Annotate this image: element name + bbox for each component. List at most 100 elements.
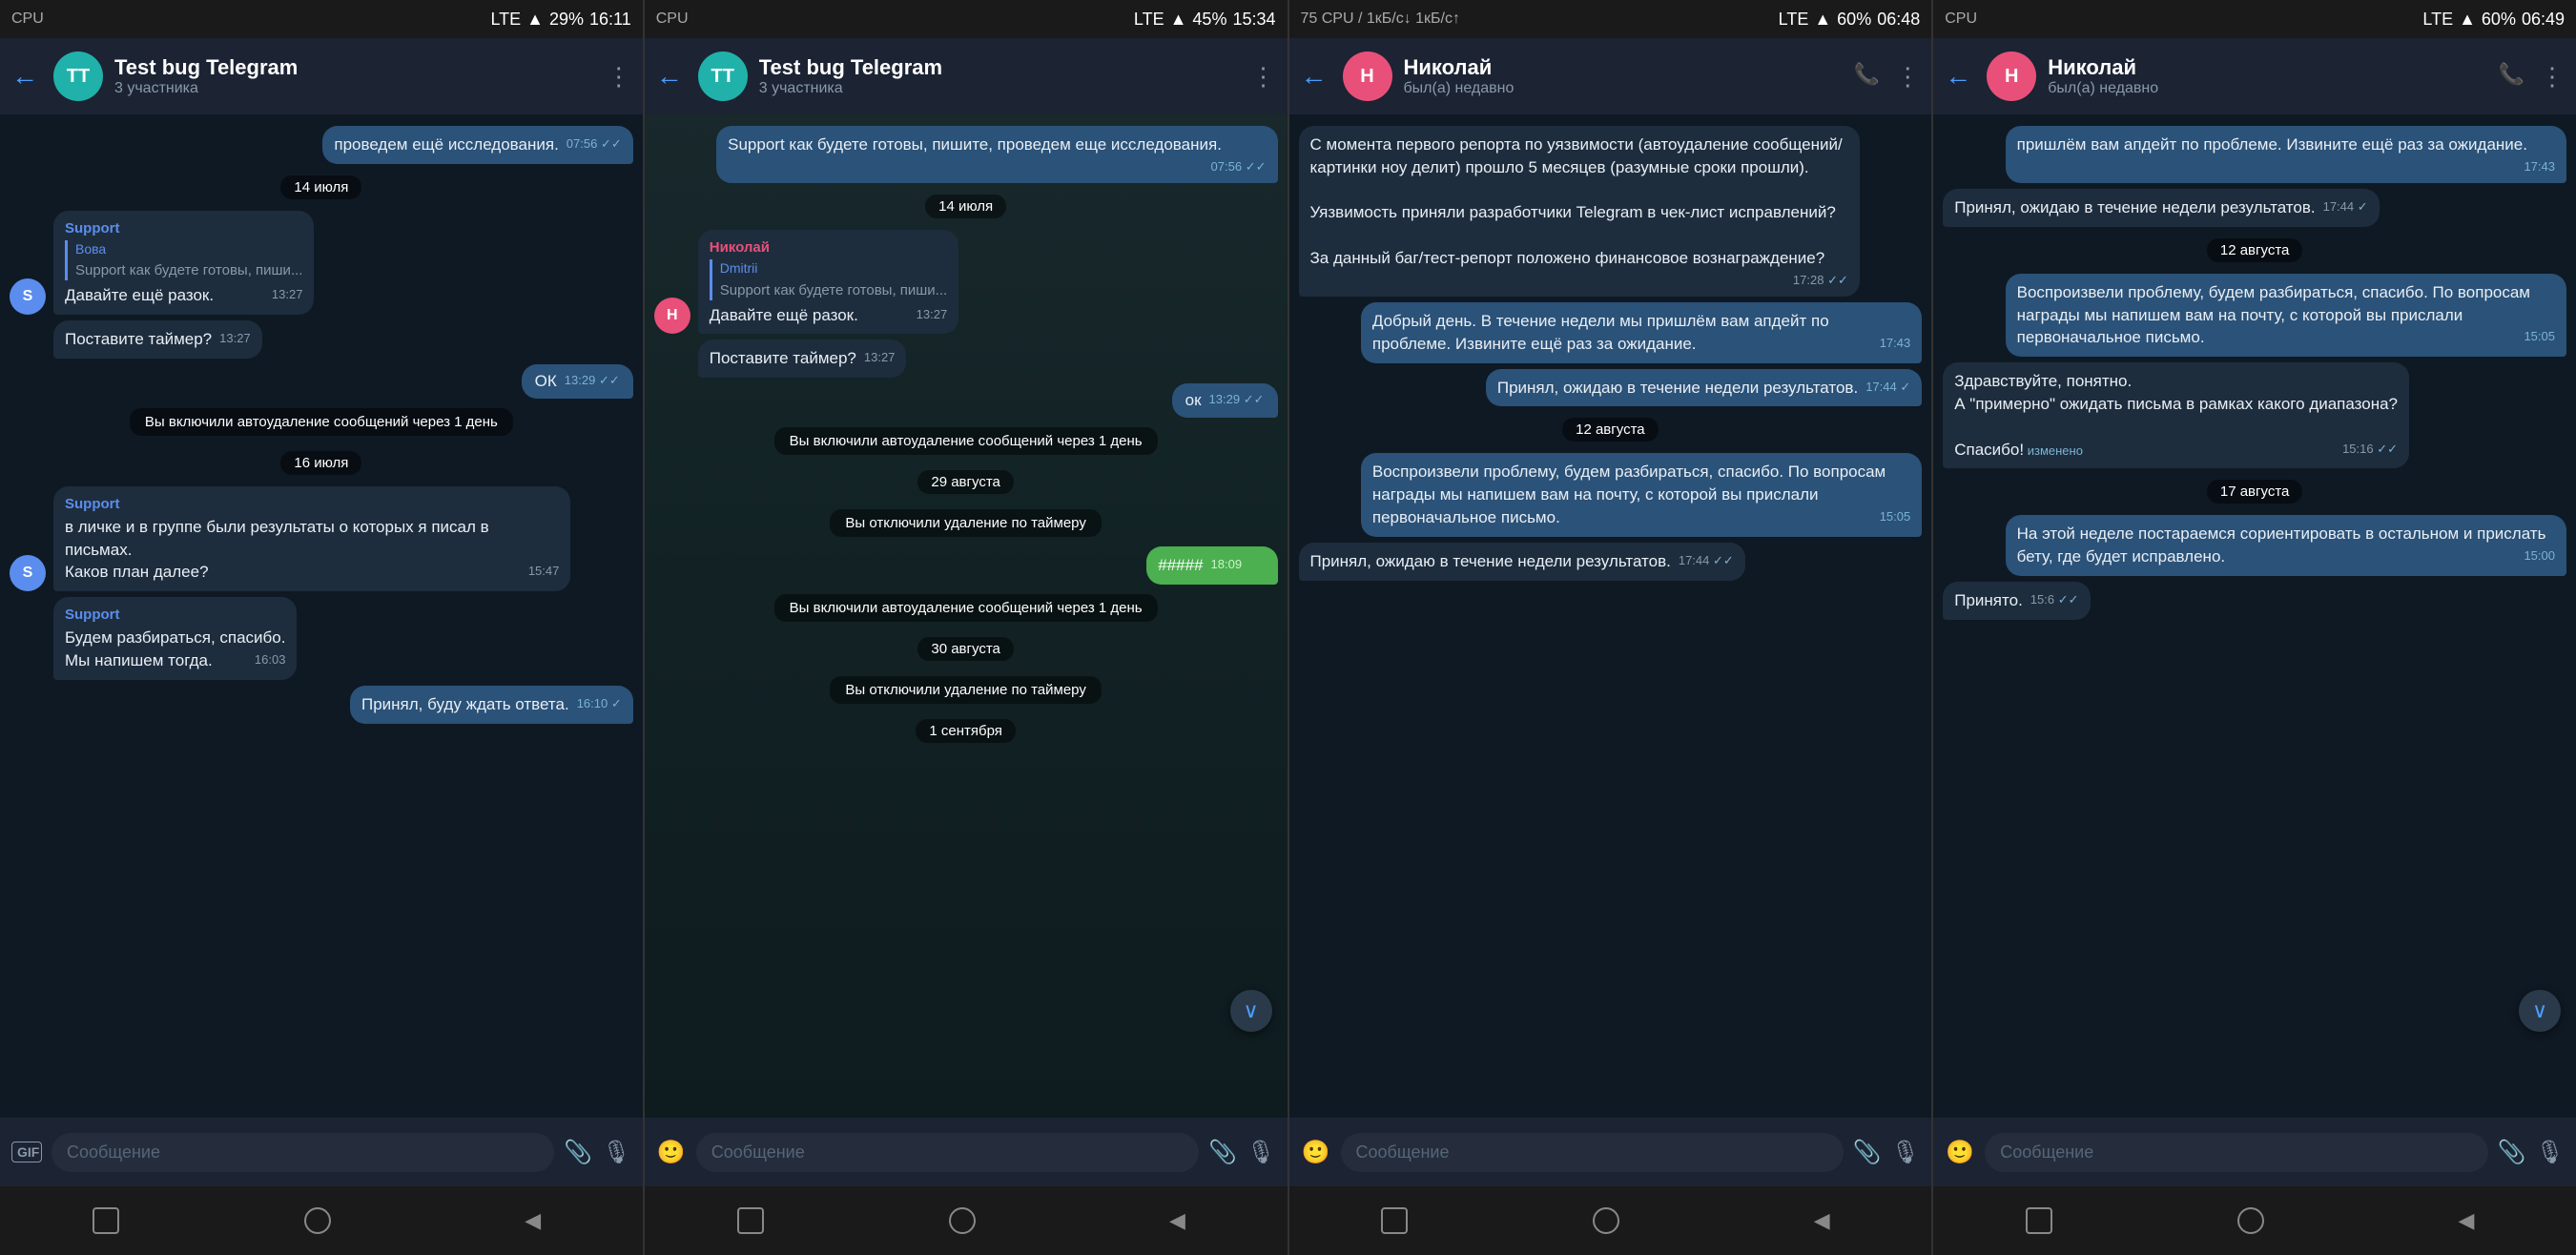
nav-square-button[interactable] [2026,1207,2052,1234]
back-button[interactable]: ← [11,61,42,92]
back-button[interactable]: ← [1945,61,1975,92]
app-header: ← TT Test bug Telegram 3 участника ⋮ [0,38,643,114]
message-avatar: S [10,555,46,591]
input-placeholder: Сообщение [1356,1142,1450,1162]
gif-button[interactable]: GIF [11,1142,42,1162]
nav-square-button[interactable] [1381,1207,1408,1234]
mic-icon[interactable]: 🎙 [602,1139,630,1166]
message-time: 15:47 [528,563,560,580]
message-row: SSupportв личке и в группе были результа… [10,486,570,591]
nav-back-button[interactable]: ◀ [2449,1204,2483,1238]
signal-icon: ▲ [2459,10,2476,30]
message-bubble: проведем ещё исследования. 07:56 ✓✓ [322,126,632,164]
nav-bar: ◀ [645,1186,1288,1255]
call-icon[interactable]: 📞 [1854,62,1880,92]
message-row: ОК 13:29 ✓✓ [522,364,633,399]
message-input[interactable]: Сообщение [696,1133,1199,1172]
status-cpu: 75 CPU / 1кБ/с↓ 1кБ/с↑ [1301,10,1461,28]
battery-text: 60% [1837,10,1871,30]
attachment-icon[interactable]: 📎 [1853,1139,1882,1166]
phone-screen-1: CPU LTE ▲ 29% 16:11 ← TT Test bug Telegr… [0,0,645,1255]
nav-bar: ◀ [0,1186,643,1255]
message-row: Принял, ожидаю в течение недели результа… [1943,189,2379,227]
header-icons: ⋮ [1251,62,1276,92]
nav-circle-button[interactable] [304,1207,331,1234]
status-cpu: CPU [11,10,44,28]
attachment-icon[interactable]: 📎 [564,1139,592,1166]
message-time: 13:27 [219,330,251,347]
mic-icon[interactable]: 🎙 [1891,1139,1920,1166]
attachment-icon[interactable]: 📎 [2498,1139,2526,1166]
message-time: 07:56 ✓✓ [1211,158,1267,175]
message-row: Принял, ожидаю в течение недели результа… [1299,543,1745,581]
message-time: 17:44 ✓✓ [1679,552,1734,569]
emoji-button[interactable]: 🙂 [1945,1139,1975,1166]
message-time: 15:6 ✓✓ [2030,591,2079,608]
message-bubble: Поставите таймер? 13:27 [698,339,907,378]
emoji-button[interactable]: 🙂 [1301,1139,1331,1166]
changed-mark: изменено [2024,443,2083,458]
network-icon: LTE [1134,10,1164,30]
message-bubble: Здравствуйте, понятно.А "примерно" ожида… [1943,362,2409,468]
message-time: 15:05 [1880,508,1911,525]
message-input[interactable]: Сообщение [1341,1133,1844,1172]
mic-icon[interactable]: 🎙 [1247,1139,1275,1166]
message-time: 17:44 ✓ [1865,379,1910,396]
app-header: ← TT Test bug Telegram 3 участника ⋮ [645,38,1288,114]
censored-text: ##### [1158,556,1203,574]
phone-screen-4: CPU LTE ▲ 60% 06:49 ← H Николай был(а) н… [1933,0,2576,1255]
tick-icon: ✓✓ [1244,392,1265,406]
scroll-down-button[interactable]: ∨ [1230,990,1272,1032]
header-info: Николай был(а) недавно [2048,55,2486,97]
message-avatar: H [654,298,690,334]
nav-circle-button[interactable] [1593,1207,1619,1234]
nav-back-button[interactable]: ◀ [1804,1204,1839,1238]
input-bar: 🙂 Сообщение 📎 🎙 [1289,1118,1932,1186]
message-input[interactable]: Сообщение [52,1133,554,1172]
more-icon[interactable]: ⋮ [607,62,631,92]
scroll-down-button[interactable]: ∨ [2519,990,2561,1032]
nav-square-button[interactable] [93,1207,119,1234]
chat-sub: 3 участника [114,80,595,97]
mic-icon[interactable]: 🎙 [2536,1139,2565,1166]
more-icon[interactable]: ⋮ [2540,62,2565,92]
system-message: Вы отключили удаление по таймеру [830,509,1101,537]
message-time: 17:43 [1880,335,1911,352]
input-bar: 🙂 Сообщение 📎 🎙 [1933,1118,2576,1186]
header-icons: 📞 ⋮ [2499,62,2565,92]
nav-square-button[interactable] [737,1207,764,1234]
nav-back-button[interactable]: ◀ [1161,1204,1195,1238]
message-bubble: Принял, ожидаю в течение недели результа… [1486,369,1922,407]
battery-text: 60% [2482,10,2516,30]
reply-block: DmitriiSupport как будете готовы, пиши..… [710,259,947,300]
signal-icon: ▲ [526,10,544,30]
attachment-icon[interactable]: 📎 [1208,1139,1237,1166]
time-text: 06:49 [2522,10,2565,30]
message-row: HНиколайDmitriiSupport как будете готовы… [654,230,958,334]
nav-circle-button[interactable] [949,1207,976,1234]
status-right: LTE ▲ 60% 06:48 [1779,10,1921,30]
back-button[interactable]: ← [656,61,687,92]
tick-icon: ✓✓ [599,373,620,387]
tick-icon: ✓✓ [2058,592,2079,607]
message-row: Добрый день. В течение недели мы пришлём… [1361,302,1922,363]
message-input[interactable]: Сообщение [1985,1133,2487,1172]
time-text: 15:34 [1232,10,1275,30]
message-time: 17:28 ✓✓ [1793,272,1848,289]
back-button[interactable]: ← [1301,61,1331,92]
message-bubble: ОК 13:29 ✓✓ [522,364,633,399]
more-icon[interactable]: ⋮ [1895,62,1920,92]
emoji-button[interactable]: 🙂 [656,1139,687,1166]
call-icon[interactable]: 📞 [2499,62,2524,92]
more-icon[interactable]: ⋮ [1251,62,1276,92]
tick-icon: ✓✓ [1827,273,1848,287]
tick-icon: ✓✓ [1246,557,1267,571]
input-placeholder: Сообщение [711,1142,805,1162]
sender-name: Support [65,494,559,514]
battery-text: 45% [1192,10,1226,30]
system-message: Вы отключили удаление по таймеру [830,676,1101,704]
message-bubble: SupportБудем разбираться, спасибо.Мы нап… [53,597,297,680]
nav-back-button[interactable]: ◀ [516,1204,550,1238]
status-right: LTE ▲ 45% 15:34 [1134,10,1276,30]
nav-circle-button[interactable] [2237,1207,2264,1234]
